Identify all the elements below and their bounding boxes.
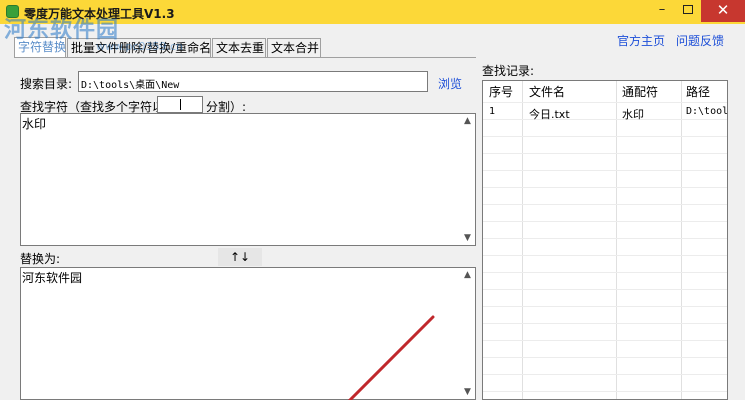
row-line [483,289,727,290]
feedback-link[interactable]: 问题反馈 [676,32,724,49]
swap-button[interactable]: ↑↓ [218,248,262,266]
row-line [483,323,727,324]
results-col-index [483,81,523,399]
close-button[interactable]: ✕ [701,0,745,22]
homepage-link[interactable]: 官方主页 [617,32,665,49]
row-line [483,357,727,358]
scroll-down-icon[interactable]: ▼ [460,233,475,243]
row-line [483,119,727,120]
col-header-index[interactable]: 序号 [489,83,513,100]
row-line [483,306,727,307]
tab-dedupe[interactable]: 文本去重 [212,38,266,58]
find-textarea[interactable]: 水印 ▲ ▼ [20,113,476,246]
row-line [483,204,727,205]
col-header-filename[interactable]: 文件名 [529,83,565,100]
results-col-filename [523,81,617,399]
result-path[interactable]: D:\tools\ [686,106,727,117]
row-line [483,391,727,392]
scroll-up-icon[interactable]: ▲ [460,116,475,126]
results-col-wildcard [617,81,682,399]
replace-label: 替换为: [20,252,61,266]
watermark-url: www.pc0359.cn [96,40,184,53]
row-line [483,153,727,154]
search-dir-input[interactable]: D:\tools\桌面\New [78,71,428,92]
minimize-button[interactable]: – [650,0,674,22]
row-line [483,221,727,222]
results-label: 查找记录: [482,64,535,78]
replace-scrollbar[interactable]: ▲ ▼ [460,268,475,399]
maximize-button[interactable] [675,0,700,22]
row-line [483,374,727,375]
result-wildcard[interactable]: 水印 [622,106,644,122]
col-header-path[interactable]: 路径 [686,83,710,100]
replace-text: 河东软件园 [22,271,83,285]
browse-link[interactable]: 浏览 [438,75,462,92]
result-filename[interactable]: 今日.txt [529,106,570,122]
row-line [483,170,727,171]
maximize-icon [682,5,693,14]
find-scrollbar[interactable]: ▲ ▼ [460,114,475,245]
find-text: 水印 [22,117,47,131]
col-header-wildcard[interactable]: 通配符 [622,83,658,100]
header-divider [483,102,727,103]
row-line [483,340,727,341]
row-line [483,187,727,188]
scroll-up-icon[interactable]: ▲ [460,270,475,280]
scroll-down-icon[interactable]: ▼ [460,387,475,397]
row-line [483,272,727,273]
result-index[interactable]: 1 [489,106,495,117]
tab-divider [14,57,476,58]
text-caret [180,99,181,110]
row-line [483,255,727,256]
separator-input[interactable] [157,96,203,113]
annotation-arrow-icon [347,315,435,400]
search-dir-label: 搜索目录: [20,77,73,91]
row-line [483,238,727,239]
tab-merge[interactable]: 文本合并 [267,38,321,58]
row-line [483,136,727,137]
results-table[interactable]: 序号 文件名 通配符 路径 1 今日.txt 水印 D:\tools\ [482,80,728,400]
